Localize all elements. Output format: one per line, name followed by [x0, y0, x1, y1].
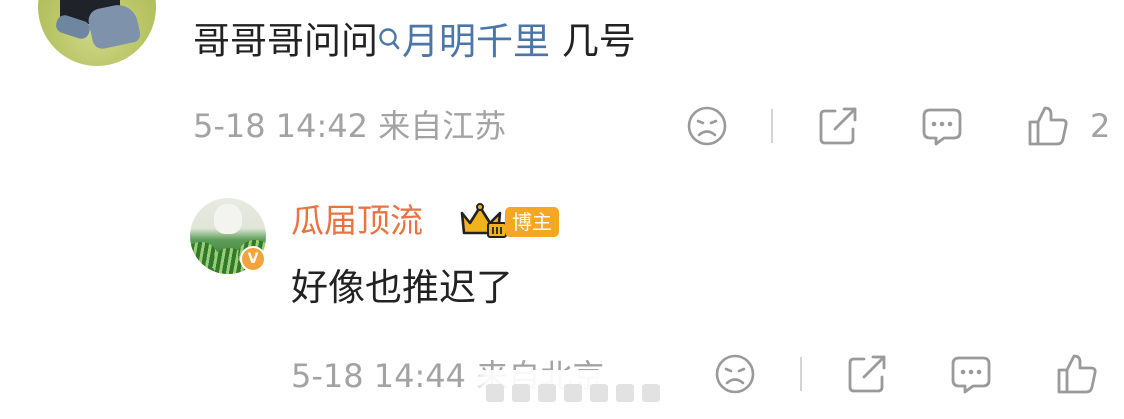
like-button[interactable] — [1026, 104, 1070, 148]
comment-icon — [951, 356, 991, 394]
share-icon — [848, 355, 886, 393]
commenter-avatar[interactable] — [38, 0, 156, 66]
reply-text: 好像也推迟了 — [291, 266, 513, 309]
watermark — [460, 370, 675, 416]
reply-like-button[interactable] — [1055, 352, 1099, 396]
like-thumb-icon — [1028, 106, 1068, 146]
action-divider — [800, 357, 802, 391]
like-thumb-icon — [1057, 354, 1097, 394]
comment-button[interactable] — [920, 105, 964, 147]
comment-text: 哥哥哥问问 月明千里 几号 — [193, 14, 636, 64]
mention-link[interactable]: 月明千里 — [378, 20, 550, 63]
like-count: 2 — [1090, 107, 1111, 145]
dislike-button[interactable] — [686, 105, 728, 147]
comment-date: 5-18 14:42 — [193, 107, 369, 145]
comment-body-tail: 几号 — [550, 19, 636, 63]
search-icon — [378, 14, 400, 64]
share-icon — [819, 107, 857, 145]
reply-author-name[interactable]: 瓜届顶流 — [291, 198, 423, 244]
comment-meta: 5-18 14:42 来自江苏 — [193, 106, 506, 146]
reply-dislike-button[interactable] — [714, 353, 756, 395]
reply-date: 5-18 14:44 — [291, 357, 467, 395]
share-button[interactable] — [817, 105, 859, 147]
avatar-dog — [214, 204, 242, 234]
crown-icon — [458, 203, 510, 243]
dislike-face-icon — [715, 354, 755, 394]
comment-source: 来自江苏 — [378, 107, 507, 145]
mention-name: 月明千里 — [402, 19, 550, 63]
reply-share-button[interactable] — [846, 353, 888, 395]
action-divider — [771, 109, 773, 143]
blogger-badge: 博主 — [505, 207, 559, 237]
comment-icon — [922, 108, 962, 146]
comment-body: 哥哥哥问问 — [193, 19, 378, 63]
dislike-face-icon — [687, 106, 727, 146]
reply-comment-button[interactable] — [949, 353, 993, 395]
avatar-jeans — [86, 1, 142, 51]
verified-badge: V — [240, 246, 266, 272]
